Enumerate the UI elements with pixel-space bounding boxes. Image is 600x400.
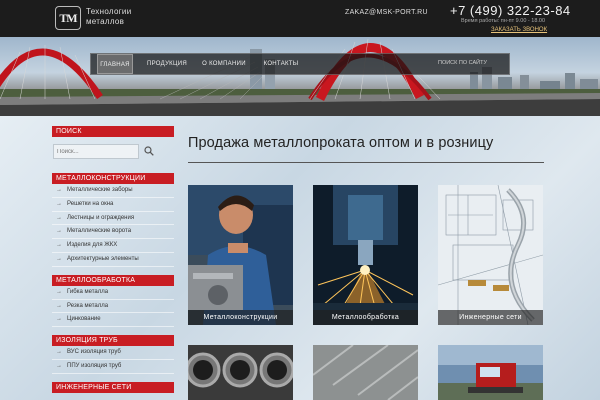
page-title: Продажа металлопроката оптом и в розницу	[188, 135, 494, 151]
working-hours: Время работы: пн-пт 9.00 - 18.00	[461, 18, 546, 24]
sidebar-item[interactable]: → Резка металла	[52, 300, 174, 314]
sidebar: ПОИСК МЕТАЛЛОКОНСТРУКЦИИ → Металлические …	[52, 126, 174, 393]
sidebar-item-label: Металлические заборы	[67, 187, 133, 193]
arrow-right-icon: →	[56, 187, 62, 193]
nav-item-contacts[interactable]: КОНТАКТЫ	[261, 54, 301, 74]
sidebar-heading-metal-structures[interactable]: МЕТАЛЛОКОНСТРУКЦИИ	[52, 173, 174, 184]
bridge-illustration	[0, 38, 600, 116]
sidebar-item-label: Решетки на окна	[67, 200, 114, 207]
laser-cutting-photo	[313, 185, 418, 325]
sidebar-item-label: ВУС изоляция труб	[67, 349, 121, 356]
sidebar-heading-pipe-insulation[interactable]: ИЗОЛЯЦИЯ ТРУБ	[52, 335, 174, 347]
tile-caption: Металлообработка	[313, 310, 418, 325]
category-tile-delivery[interactable]	[438, 345, 543, 400]
search-input[interactable]	[53, 144, 139, 159]
logo-line-1: Технологии	[86, 7, 132, 16]
sidebar-item-label: Металлические ворота	[67, 228, 132, 235]
sidebar-item[interactable]: → Архитектурные элементы	[52, 253, 174, 267]
category-tile-metal-structures[interactable]: Металлоконструкции	[188, 185, 293, 325]
title-divider	[188, 162, 544, 163]
category-tile-metalworking[interactable]: Металлообработка	[313, 185, 418, 325]
sidebar-search-heading: ПОИСК	[52, 126, 174, 137]
blueprint-photo	[438, 185, 543, 325]
sidebar-item-label: Изделия для ЖКХ	[67, 242, 118, 249]
arrow-right-icon: →	[56, 214, 62, 221]
arrow-right-icon: →	[56, 349, 62, 356]
email-link[interactable]: ZAKAZ@MSK-PORT.RU	[345, 9, 428, 16]
sidebar-item-label: Резка металла	[67, 302, 109, 309]
sidebar-item[interactable]: → ВУС изоляция труб	[52, 346, 174, 360]
arrow-right-icon: →	[56, 362, 62, 369]
sidebar-search	[52, 137, 174, 173]
callback-link[interactable]: ЗАКАЗАТЬ ЗВОНОК	[491, 27, 547, 33]
sidebar-list-metalworking: → Гибка металла → Резка металла → Цинковани…	[52, 286, 174, 328]
search-icon[interactable]	[144, 146, 154, 156]
sidebar-item-label: Цинкование	[67, 316, 101, 323]
truck-photo	[438, 345, 543, 400]
logo-line-2: металлов	[86, 17, 125, 26]
arrow-right-icon: →	[56, 255, 62, 262]
arrow-right-icon: →	[56, 242, 62, 249]
sidebar-item-label: Гибка металла	[67, 288, 109, 295]
sidebar-heading-engineering-networks[interactable]: ИНЖЕНЕРНЫЕ СЕТИ	[52, 381, 174, 393]
arrow-right-icon: →	[56, 200, 62, 207]
sidebar-item[interactable]: → Лестницы и ограждения	[52, 212, 174, 226]
sidebar-item[interactable]: → Цинкование	[52, 313, 174, 328]
category-tile-engineering-networks[interactable]: Инженерные сети	[438, 185, 543, 325]
nav-item-products[interactable]: ПРОДУКЦИЯ	[147, 54, 187, 74]
site-header: ТМ Технологии металлов ZAKAZ@MSK-PORT.RU…	[0, 0, 600, 37]
sidebar-list-metal-structures: → Металлические заборы → Решетки на окна →…	[52, 184, 174, 267]
sidebar-item-label: Лестницы и ограждения	[67, 214, 135, 221]
sidebar-item[interactable]: → Гибка металла	[52, 286, 174, 300]
sidebar-item[interactable]: → Металлические ворота	[52, 225, 174, 240]
arrow-right-icon: →	[56, 302, 62, 309]
sidebar-item-label: Архитектурные элементы	[67, 255, 139, 262]
nav-item-home[interactable]: ГЛАВНАЯ	[97, 54, 133, 74]
nav-item-about[interactable]: О КОМПАНИИ	[201, 54, 247, 74]
tile-caption: Металлоконструкции	[188, 310, 293, 325]
sidebar-item[interactable]: → ППУ изоляция труб	[52, 360, 174, 374]
logo-text[interactable]: Технологии металлов	[86, 7, 166, 27]
category-tile-pipes[interactable]	[188, 345, 293, 400]
metal-sheets-photo	[313, 345, 418, 400]
hero-banner: ГЛАВНАЯ ПРОДУКЦИЯ О КОМПАНИИ КОНТАКТЫ ПО…	[0, 37, 600, 116]
logo-icon[interactable]: ТМ	[55, 6, 81, 30]
sidebar-heading-metalworking[interactable]: МЕТАЛЛООБРАБОТКА	[52, 274, 174, 286]
sidebar-item-label: ППУ изоляция труб	[67, 362, 122, 369]
arrow-right-icon: →	[56, 228, 62, 235]
arrow-right-icon: →	[56, 288, 62, 295]
sidebar-item[interactable]: → Изделия для ЖКХ	[52, 239, 174, 253]
pipes-photo	[188, 345, 293, 400]
sidebar-item[interactable]: → Металлические заборы	[52, 184, 174, 198]
sidebar-list-pipe-insulation: → ВУС изоляция труб → ППУ изоляция труб	[52, 346, 174, 374]
sidebar-item[interactable]: → Решетки на окна	[52, 198, 174, 212]
category-tile-metal-sheets[interactable]	[313, 345, 418, 400]
phone-number[interactable]: +7 (499) 322-23-84	[450, 3, 571, 18]
arrow-right-icon: →	[56, 316, 62, 323]
tile-caption: Инженерные сети	[438, 310, 543, 325]
worker-photo	[188, 185, 293, 325]
nav-search-field[interactable]: ПОИСК ПО САЙТУ	[438, 57, 500, 69]
